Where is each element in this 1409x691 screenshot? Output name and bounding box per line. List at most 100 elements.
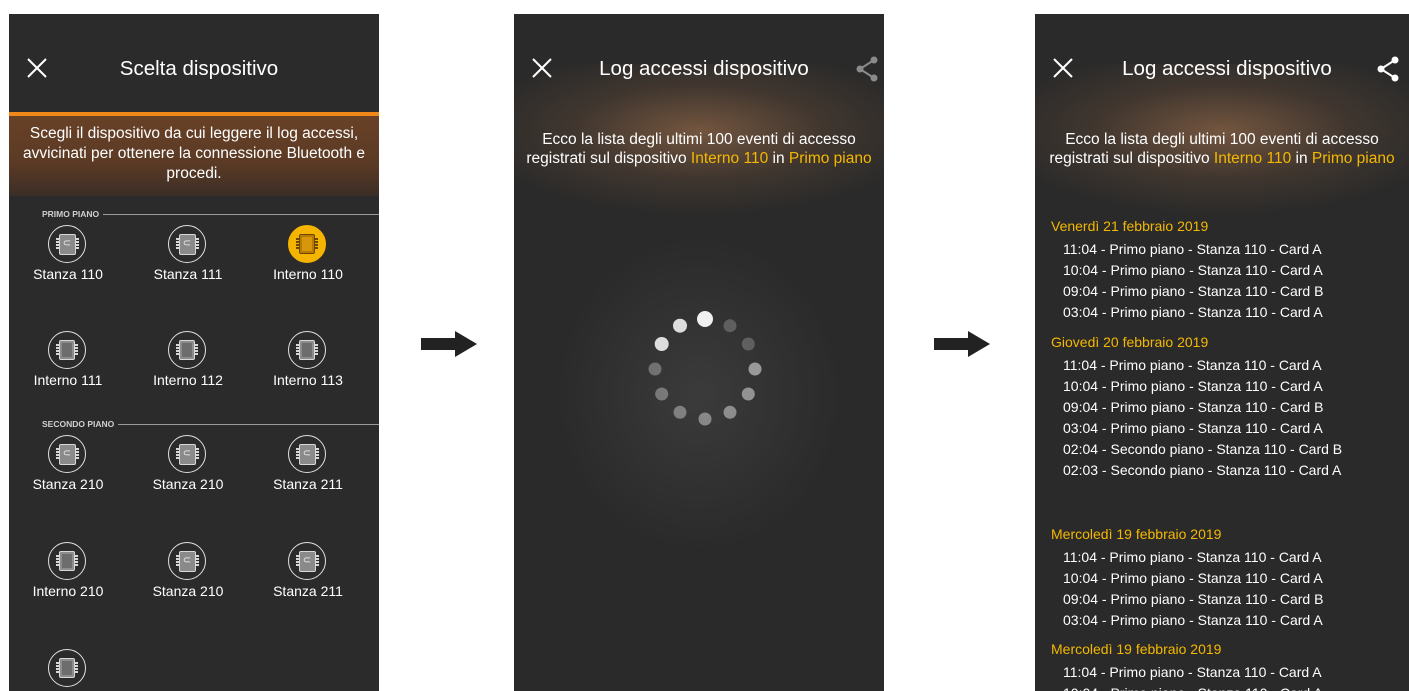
reader-glyph: ⊂	[176, 551, 199, 572]
card-reader-icon: ⊂	[288, 542, 326, 580]
log-entry: 11:04 - Primo piano - Stanza 110 - Card …	[1063, 241, 1322, 257]
device-label: Interno 111	[33, 372, 103, 388]
log-entry: 10:04 - Primo piano - Stanza 110 - Card …	[1063, 570, 1323, 586]
loading-log-screen: Log accessi dispositivo Ecco la lista de…	[514, 14, 884, 691]
card-symbol: ⊂	[302, 555, 312, 566]
reader-glyph: ⊂	[296, 444, 319, 465]
card-reader-icon: ⊂	[288, 435, 326, 473]
log-entry: 09:04 - Primo piano - Stanza 110 - Card …	[1063, 399, 1324, 415]
device-item[interactable]: Interno 110	[249, 225, 367, 295]
device-item[interactable]: ⊂ Stanza 211	[249, 435, 367, 505]
log-entry: 09:04 - Primo piano - Stanza 110 - Card …	[1063, 591, 1324, 607]
page-title: Log accessi dispositivo	[1122, 57, 1332, 80]
reader-glyph: ⊂	[56, 234, 79, 255]
spinner-dot	[648, 362, 662, 376]
log-day-header: Mercoledì 19 febbraio 2019	[1051, 526, 1222, 542]
card-symbol: ⊂	[182, 238, 192, 249]
chip-face	[302, 343, 312, 357]
device-item[interactable]: Interno 111	[9, 331, 127, 401]
device-item[interactable]: ⊂ Stanza 111	[129, 225, 247, 295]
device-label: Interno 210	[32, 583, 104, 599]
spinner-dot	[654, 337, 669, 351]
reader-glyph: ⊂	[56, 444, 79, 465]
spinner-dot	[655, 387, 669, 401]
device-selection-screen: Scelta dispositivo Scegli il dispositivo…	[9, 14, 379, 691]
device-label: Stanza 210	[152, 476, 224, 492]
chip-glyph	[176, 340, 198, 360]
log-entry: 11:04 - Primo piano - Stanza 110 - Card …	[1063, 357, 1322, 373]
device-label: Stanza 111	[153, 266, 223, 282]
card-reader-icon: ⊂	[168, 542, 206, 580]
chip-glyph	[56, 658, 78, 678]
log-entry: 03:04 - Primo piano - Stanza 110 - Card …	[1063, 304, 1323, 320]
chip-icon	[48, 542, 86, 580]
spinner-dot	[698, 412, 712, 426]
log-entry: 09:04 - Primo piano - Stanza 110 - Card …	[1063, 283, 1324, 299]
chip-icon	[48, 331, 86, 369]
spinner-dot	[748, 362, 762, 376]
floor-name: Primo piano	[1311, 150, 1395, 167]
reader-glyph: ⊂	[176, 234, 199, 255]
section-header: SECONDO PIANO	[9, 418, 379, 430]
device-item[interactable]: ⊂ Stanza 110	[9, 225, 127, 295]
device-label: Interno 112	[153, 372, 223, 388]
instruction-text: Scegli il dispositivo da cui leggere il …	[22, 125, 366, 182]
page-title: Scelta dispositivo	[119, 57, 279, 80]
section-label: PRIMO PIANO	[42, 208, 104, 220]
chip-icon	[168, 331, 206, 369]
log-entry: 02:04 - Secondo piano - Stanza 110 - Car…	[1063, 441, 1343, 457]
close-icon[interactable]	[1052, 57, 1074, 79]
device-item[interactable]: ⊂ Stanza 211	[249, 542, 367, 612]
card-symbol: ⊂	[62, 238, 72, 249]
description-connector: in	[1291, 150, 1312, 167]
log-day-header: Venerdì 21 febbraio 2019	[1051, 218, 1209, 234]
chip-icon	[48, 649, 86, 687]
card-reader-icon: ⊂	[168, 225, 206, 263]
card-symbol: ⊂	[62, 448, 72, 459]
spinner-dot	[673, 318, 687, 333]
device-label: Interno 110	[273, 266, 343, 282]
device-item[interactable]: ⊂ Stanza 210	[9, 435, 127, 505]
device-item[interactable]: Interno 113	[249, 331, 367, 401]
device-item[interactable]: Interno 112	[129, 331, 247, 401]
log-entry: 11:04 - Primo piano - Stanza 110 - Card …	[1063, 664, 1322, 680]
access-log-screen: Log accessi dispositivo Ecco la lista de…	[1035, 14, 1409, 691]
chip-icon	[288, 331, 326, 369]
log-entry: 10:04 - Primo piano - Stanza 110 - Card …	[1063, 378, 1323, 394]
spinner-dot	[741, 387, 755, 401]
chip-glyph	[56, 551, 78, 571]
log-entry: 10:04 - Primo piano - Stanza 110 - Card …	[1063, 685, 1323, 691]
chip-glyph	[56, 340, 78, 360]
card-reader-icon: ⊂	[168, 435, 206, 473]
log-entry: 10:04 - Primo piano - Stanza 110 - Card …	[1063, 262, 1323, 278]
spinner-dot	[697, 311, 713, 327]
log-entry: 02:03 - Secondo piano - Stanza 110 - Car…	[1063, 462, 1342, 478]
chip-glyph	[296, 340, 318, 360]
device-item[interactable]	[9, 649, 127, 691]
log-day-header: Giovedì 20 febbraio 2019	[1051, 334, 1209, 350]
close-icon[interactable]	[26, 57, 48, 79]
loading-spinner-icon	[648, 311, 762, 426]
spinner-dot	[673, 405, 687, 419]
device-name: Interno 110	[1213, 150, 1292, 167]
card-symbol: ⊂	[302, 448, 312, 459]
chip-face	[62, 554, 72, 568]
device-item[interactable]: Interno 210	[9, 542, 127, 612]
device-item[interactable]: ⊂ Stanza 210	[129, 435, 247, 505]
chip-icon	[288, 225, 326, 263]
log-entry: 11:04 - Primo piano - Stanza 110 - Card …	[1063, 549, 1322, 565]
chip-face	[182, 343, 192, 357]
log-entry: 03:04 - Primo piano - Stanza 110 - Card …	[1063, 420, 1323, 436]
reader-glyph: ⊂	[296, 551, 319, 572]
spinner-dot	[723, 405, 737, 419]
instruction-banner: Scegli il dispositivo da cui leggere il …	[9, 116, 379, 196]
header: Scelta dispositivo	[9, 14, 379, 114]
chip-face	[62, 343, 72, 357]
log-entry: 03:04 - Primo piano - Stanza 110 - Card …	[1063, 612, 1323, 628]
section-header: PRIMO PIANO	[9, 208, 379, 220]
card-reader-icon: ⊂	[48, 435, 86, 473]
share-icon[interactable]	[1375, 55, 1401, 83]
header: Log accessi dispositivo	[1035, 14, 1409, 114]
device-item[interactable]: ⊂ Stanza 210	[129, 542, 247, 612]
device-label: Stanza 210	[152, 583, 224, 599]
